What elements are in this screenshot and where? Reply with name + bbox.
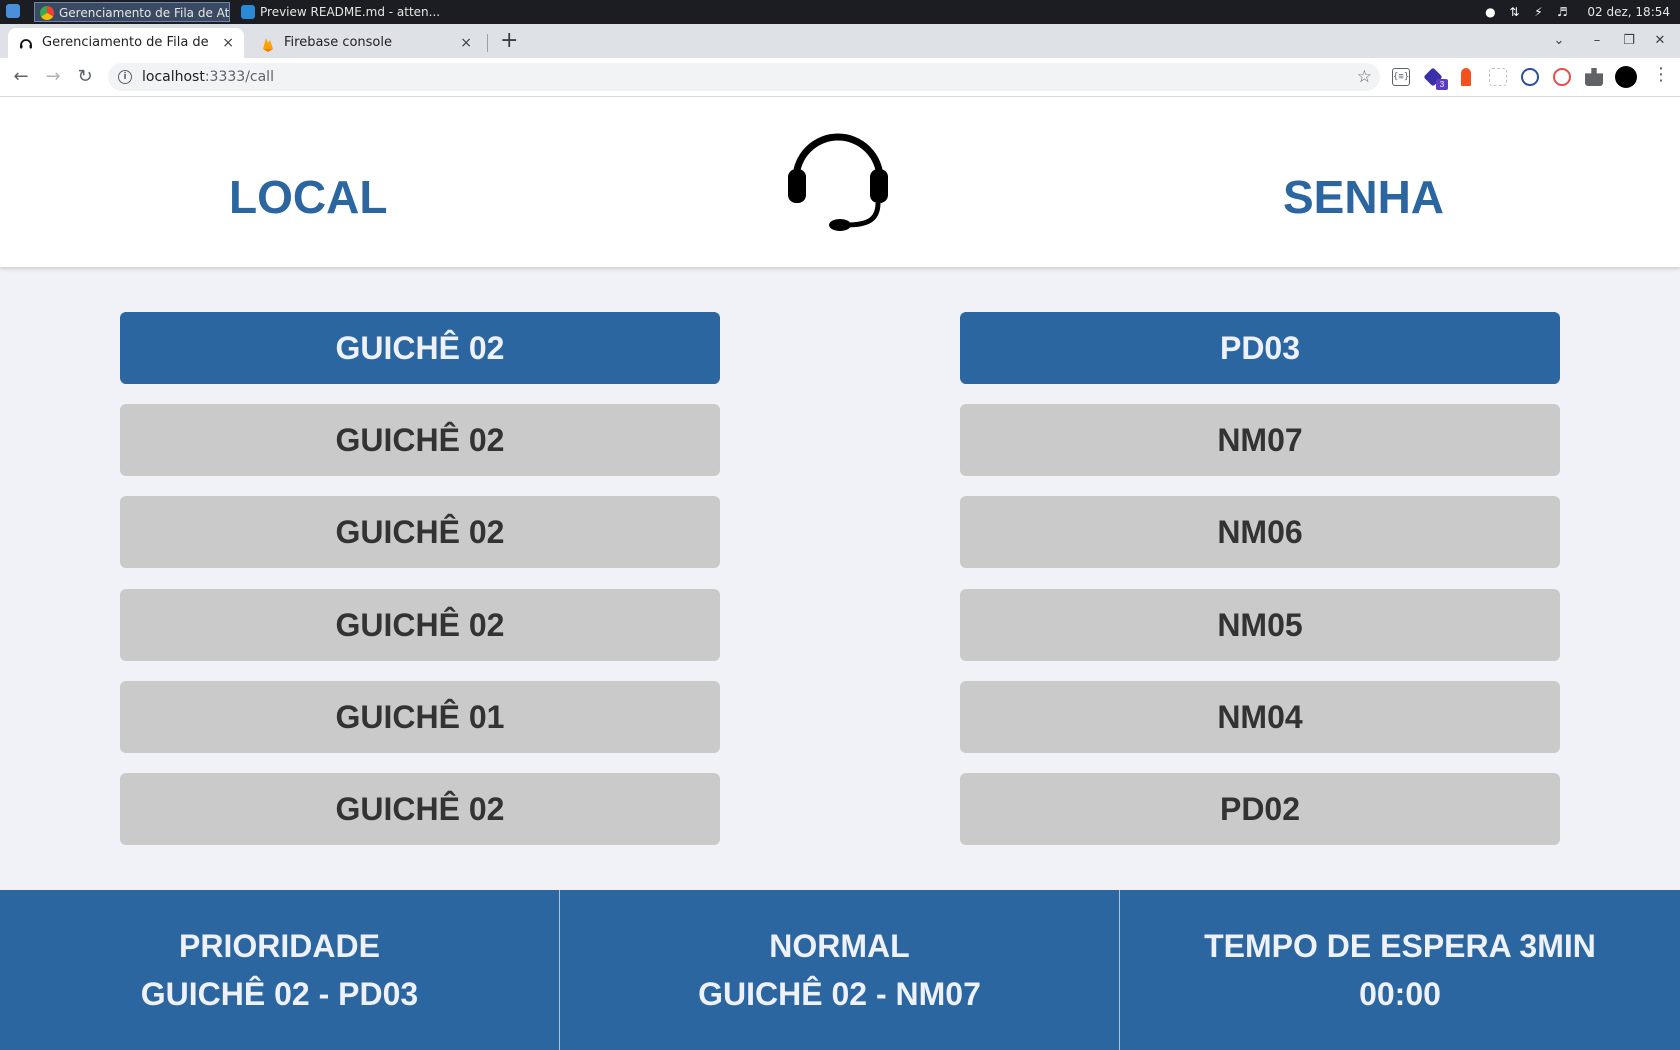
local-heading: LOCAL [229, 171, 388, 223]
local-card: GUICHÊ 02 [120, 773, 720, 845]
senha-card: NM05 [960, 589, 1560, 661]
senha-card: NM04 [960, 681, 1560, 753]
vscode-icon [241, 5, 255, 19]
grid-icon[interactable] [1489, 68, 1507, 86]
power-icon[interactable]: ⚡ [1531, 5, 1545, 19]
system-tray: ● ⇅ ⚡ ♬ 02 dez, 18:54 [1483, 0, 1680, 24]
page-header: LOCAL SENHA [0, 97, 1680, 267]
volume-icon[interactable]: ♬ [1555, 5, 1569, 19]
close-window-icon[interactable]: ✕ [1645, 24, 1675, 58]
local-card: GUICHÊ 02 [120, 589, 720, 661]
senha-card: NM06 [960, 496, 1560, 568]
block-icon[interactable] [1521, 68, 1539, 86]
site-info-icon[interactable]: i [118, 70, 132, 84]
lighthouse-icon[interactable] [1461, 68, 1471, 86]
firebase-icon [263, 38, 273, 52]
prioridade-value: GUICHÊ 02 - PD03 [140, 976, 419, 1012]
prioridade-label: PRIORIDADE [179, 928, 380, 964]
browser-menu-icon[interactable]: ⋮ [1652, 64, 1670, 85]
espera-timer: 00:00 [1359, 976, 1441, 1012]
headset-icon [788, 133, 888, 231]
senha-heading: SENHA [1283, 171, 1445, 223]
browser-tab-strip: Gerenciamento de Fila de Atendimento × F… [0, 24, 1680, 58]
bookmark-star-icon[interactable]: ☆ [1357, 63, 1372, 91]
reload-icon[interactable]: ↻ [72, 64, 98, 90]
tab-gerenciamento[interactable]: Gerenciamento de Fila de Atendimento × [8, 28, 244, 58]
taskbar-task-label: Preview README.md - atten... [260, 5, 441, 19]
extension-badge: 3 [1436, 79, 1448, 90]
tab-close-icon[interactable]: × [460, 28, 472, 58]
clock[interactable]: 02 dez, 18:54 [1587, 5, 1670, 19]
back-icon[interactable]: ← [8, 64, 34, 90]
profile-avatar[interactable] [1615, 66, 1637, 88]
minimize-icon[interactable]: – [1582, 24, 1612, 58]
senha-card: NM07 [960, 404, 1560, 476]
taskbar-task-vscode[interactable]: Preview README.md - atten... [236, 2, 460, 22]
local-card: GUICHÊ 02 [120, 496, 720, 568]
espera-panel: TEMPO DE ESPERA 3MIN 00:00 [1120, 890, 1680, 1050]
espera-label: TEMPO DE ESPERA 3MIN [1204, 928, 1596, 964]
normal-panel: NORMAL GUICHÊ 02 - NM07 [560, 890, 1119, 1050]
restore-icon[interactable]: ❐ [1614, 24, 1644, 58]
tab-search-icon[interactable]: ⌄ [1544, 24, 1574, 58]
no-tracking-icon[interactable] [1553, 68, 1571, 86]
senha-card-current: PD03 [960, 312, 1560, 384]
json-viewer-icon[interactable]: {≡} [1392, 68, 1410, 86]
taskbar-task-chrome[interactable]: Gerenciamento de Fila de At... [34, 2, 230, 22]
tab-title: Firebase console [284, 35, 392, 50]
prioridade-panel: PRIORIDADE GUICHÊ 02 - PD03 [0, 890, 559, 1050]
chrome-icon [40, 6, 54, 20]
url-host: localhost [142, 69, 205, 85]
local-card: GUICHÊ 02 [120, 404, 720, 476]
status-footer: PRIORIDADE GUICHÊ 02 - PD03 NORMAL GUICH… [0, 890, 1680, 1050]
new-tab-button[interactable]: + [500, 28, 518, 54]
url-path: :3333/call [204, 69, 274, 85]
local-card-current: GUICHÊ 02 [120, 312, 720, 384]
tab-divider [487, 34, 488, 52]
normal-label: NORMAL [769, 928, 910, 964]
network-icon[interactable]: ⇅ [1507, 5, 1521, 19]
url-text: localhost:3333/call [142, 63, 274, 91]
os-taskbar: Gerenciamento de Fila de At... Preview R… [0, 0, 1680, 24]
tab-title: Gerenciamento de Fila de Atendimento [42, 35, 210, 50]
local-card: GUICHÊ 01 [120, 681, 720, 753]
notification-bell-icon[interactable]: ● [1483, 5, 1497, 19]
address-bar[interactable]: i localhost:3333/call ☆ [108, 63, 1380, 91]
tab-firebase[interactable]: Firebase console × [250, 28, 482, 58]
normal-value: GUICHÊ 02 - NM07 [698, 976, 981, 1012]
headset-favicon-icon [20, 39, 32, 49]
forward-icon[interactable]: → [40, 64, 66, 90]
taskbar-task-label: Gerenciamento de Fila de At... [59, 6, 230, 20]
app-menu-icon[interactable] [6, 4, 20, 18]
tab-close-icon[interactable]: × [222, 28, 234, 58]
senha-card: PD02 [960, 773, 1560, 845]
